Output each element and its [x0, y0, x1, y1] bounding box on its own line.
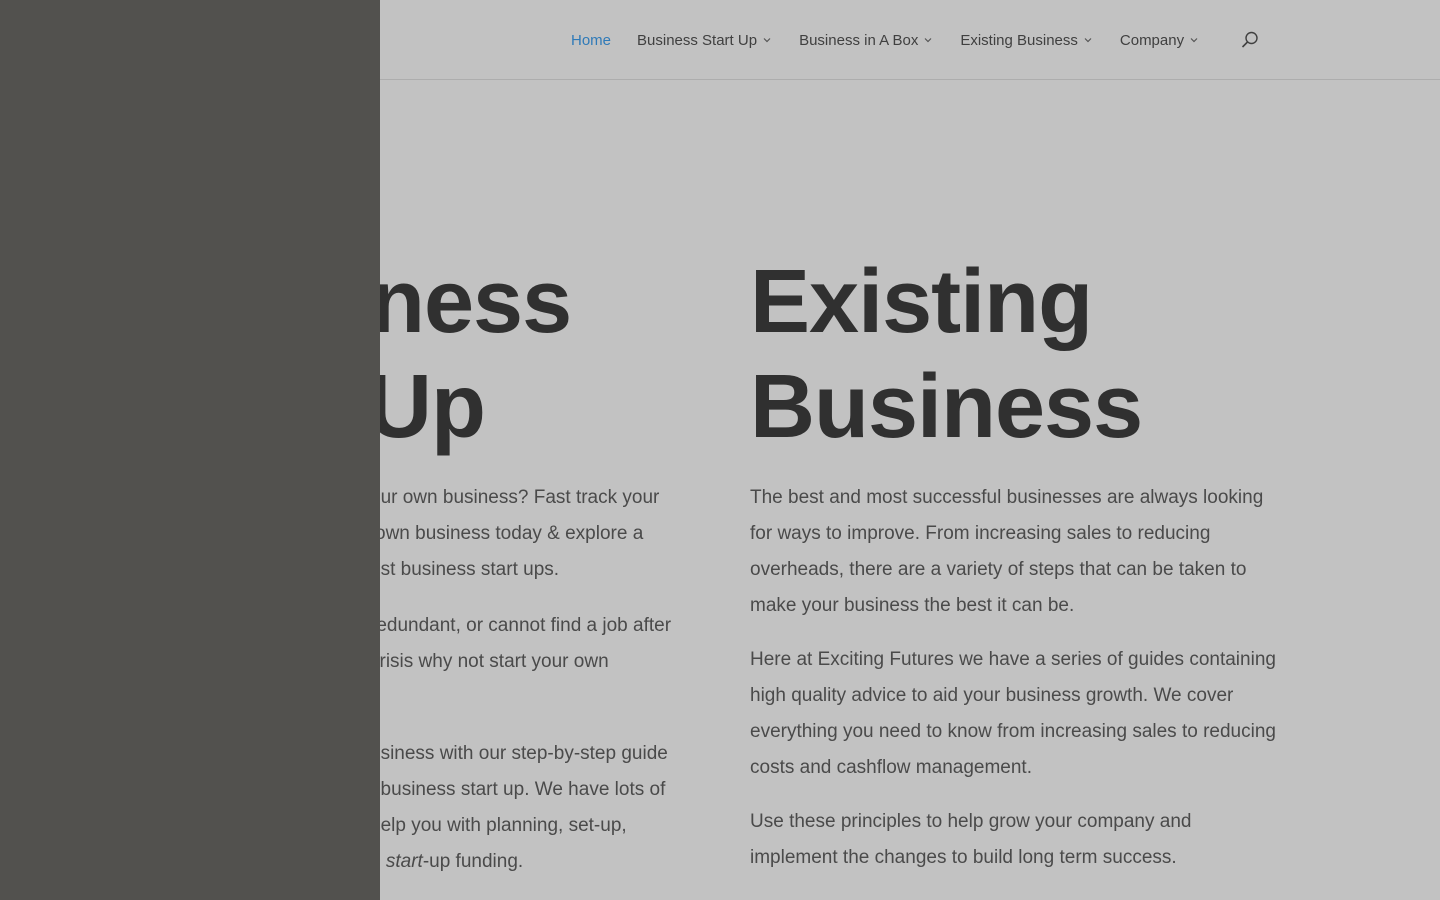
text-line: g start-up funding.	[370, 844, 700, 880]
text-line: crisis why not start your own	[370, 651, 609, 672]
emphasis-text: start	[385, 851, 423, 872]
text-line: usiness with our step-by-step guide	[370, 743, 668, 764]
nav-item-label: Company	[1119, 31, 1185, 49]
section-heading: Existing Business	[750, 250, 1280, 460]
text-line: f business start up. We have lots of	[370, 779, 666, 800]
nav-item-label: Existing Business	[960, 31, 1078, 49]
text-line: ost business start ups.	[370, 559, 560, 580]
chevron-down-icon	[1190, 38, 1198, 43]
chevron-down-icon	[763, 38, 771, 43]
chevron-down-icon	[924, 38, 932, 43]
text-line: help you with planning, set-up,	[370, 815, 627, 836]
section-paragraph: The best and most successful businesses …	[750, 487, 1264, 616]
heading-line: Business	[750, 357, 1143, 457]
section-paragraph: Use these principles to help grow your c…	[750, 811, 1192, 868]
chevron-down-icon	[1084, 38, 1092, 43]
section-paragraph: Here at Exciting Futures we have a serie…	[750, 649, 1276, 778]
main-nav: Home Business Start Up Business in A Box…	[571, 0, 1226, 80]
nav-item-home[interactable]: Home	[571, 32, 611, 49]
search-icon[interactable]	[1240, 30, 1260, 50]
text-line: redundant, or cannot find a job after	[370, 615, 672, 636]
side-overlay-panel	[0, 0, 380, 900]
nav-item-label: Home	[571, 31, 612, 49]
text-fragment: -up funding.	[422, 851, 524, 872]
text-line: own business today & explore a	[375, 523, 644, 544]
nav-item-label: Business in A Box	[799, 31, 919, 49]
text-line: our own business? Fast track your	[370, 487, 660, 508]
heading-line: Existing	[750, 252, 1093, 352]
nav-item-label: Business Start Up	[637, 31, 758, 49]
existing-business-section: Existing Business The best and most succ…	[750, 250, 1280, 876]
nav-item-company[interactable]: Company	[1120, 32, 1200, 49]
nav-item-business-in-a-box[interactable]: Business in A Box	[799, 32, 934, 49]
nav-item-business-start-up[interactable]: Business Start Up	[637, 32, 773, 49]
nav-item-existing-business[interactable]: Existing Business	[960, 32, 1094, 49]
